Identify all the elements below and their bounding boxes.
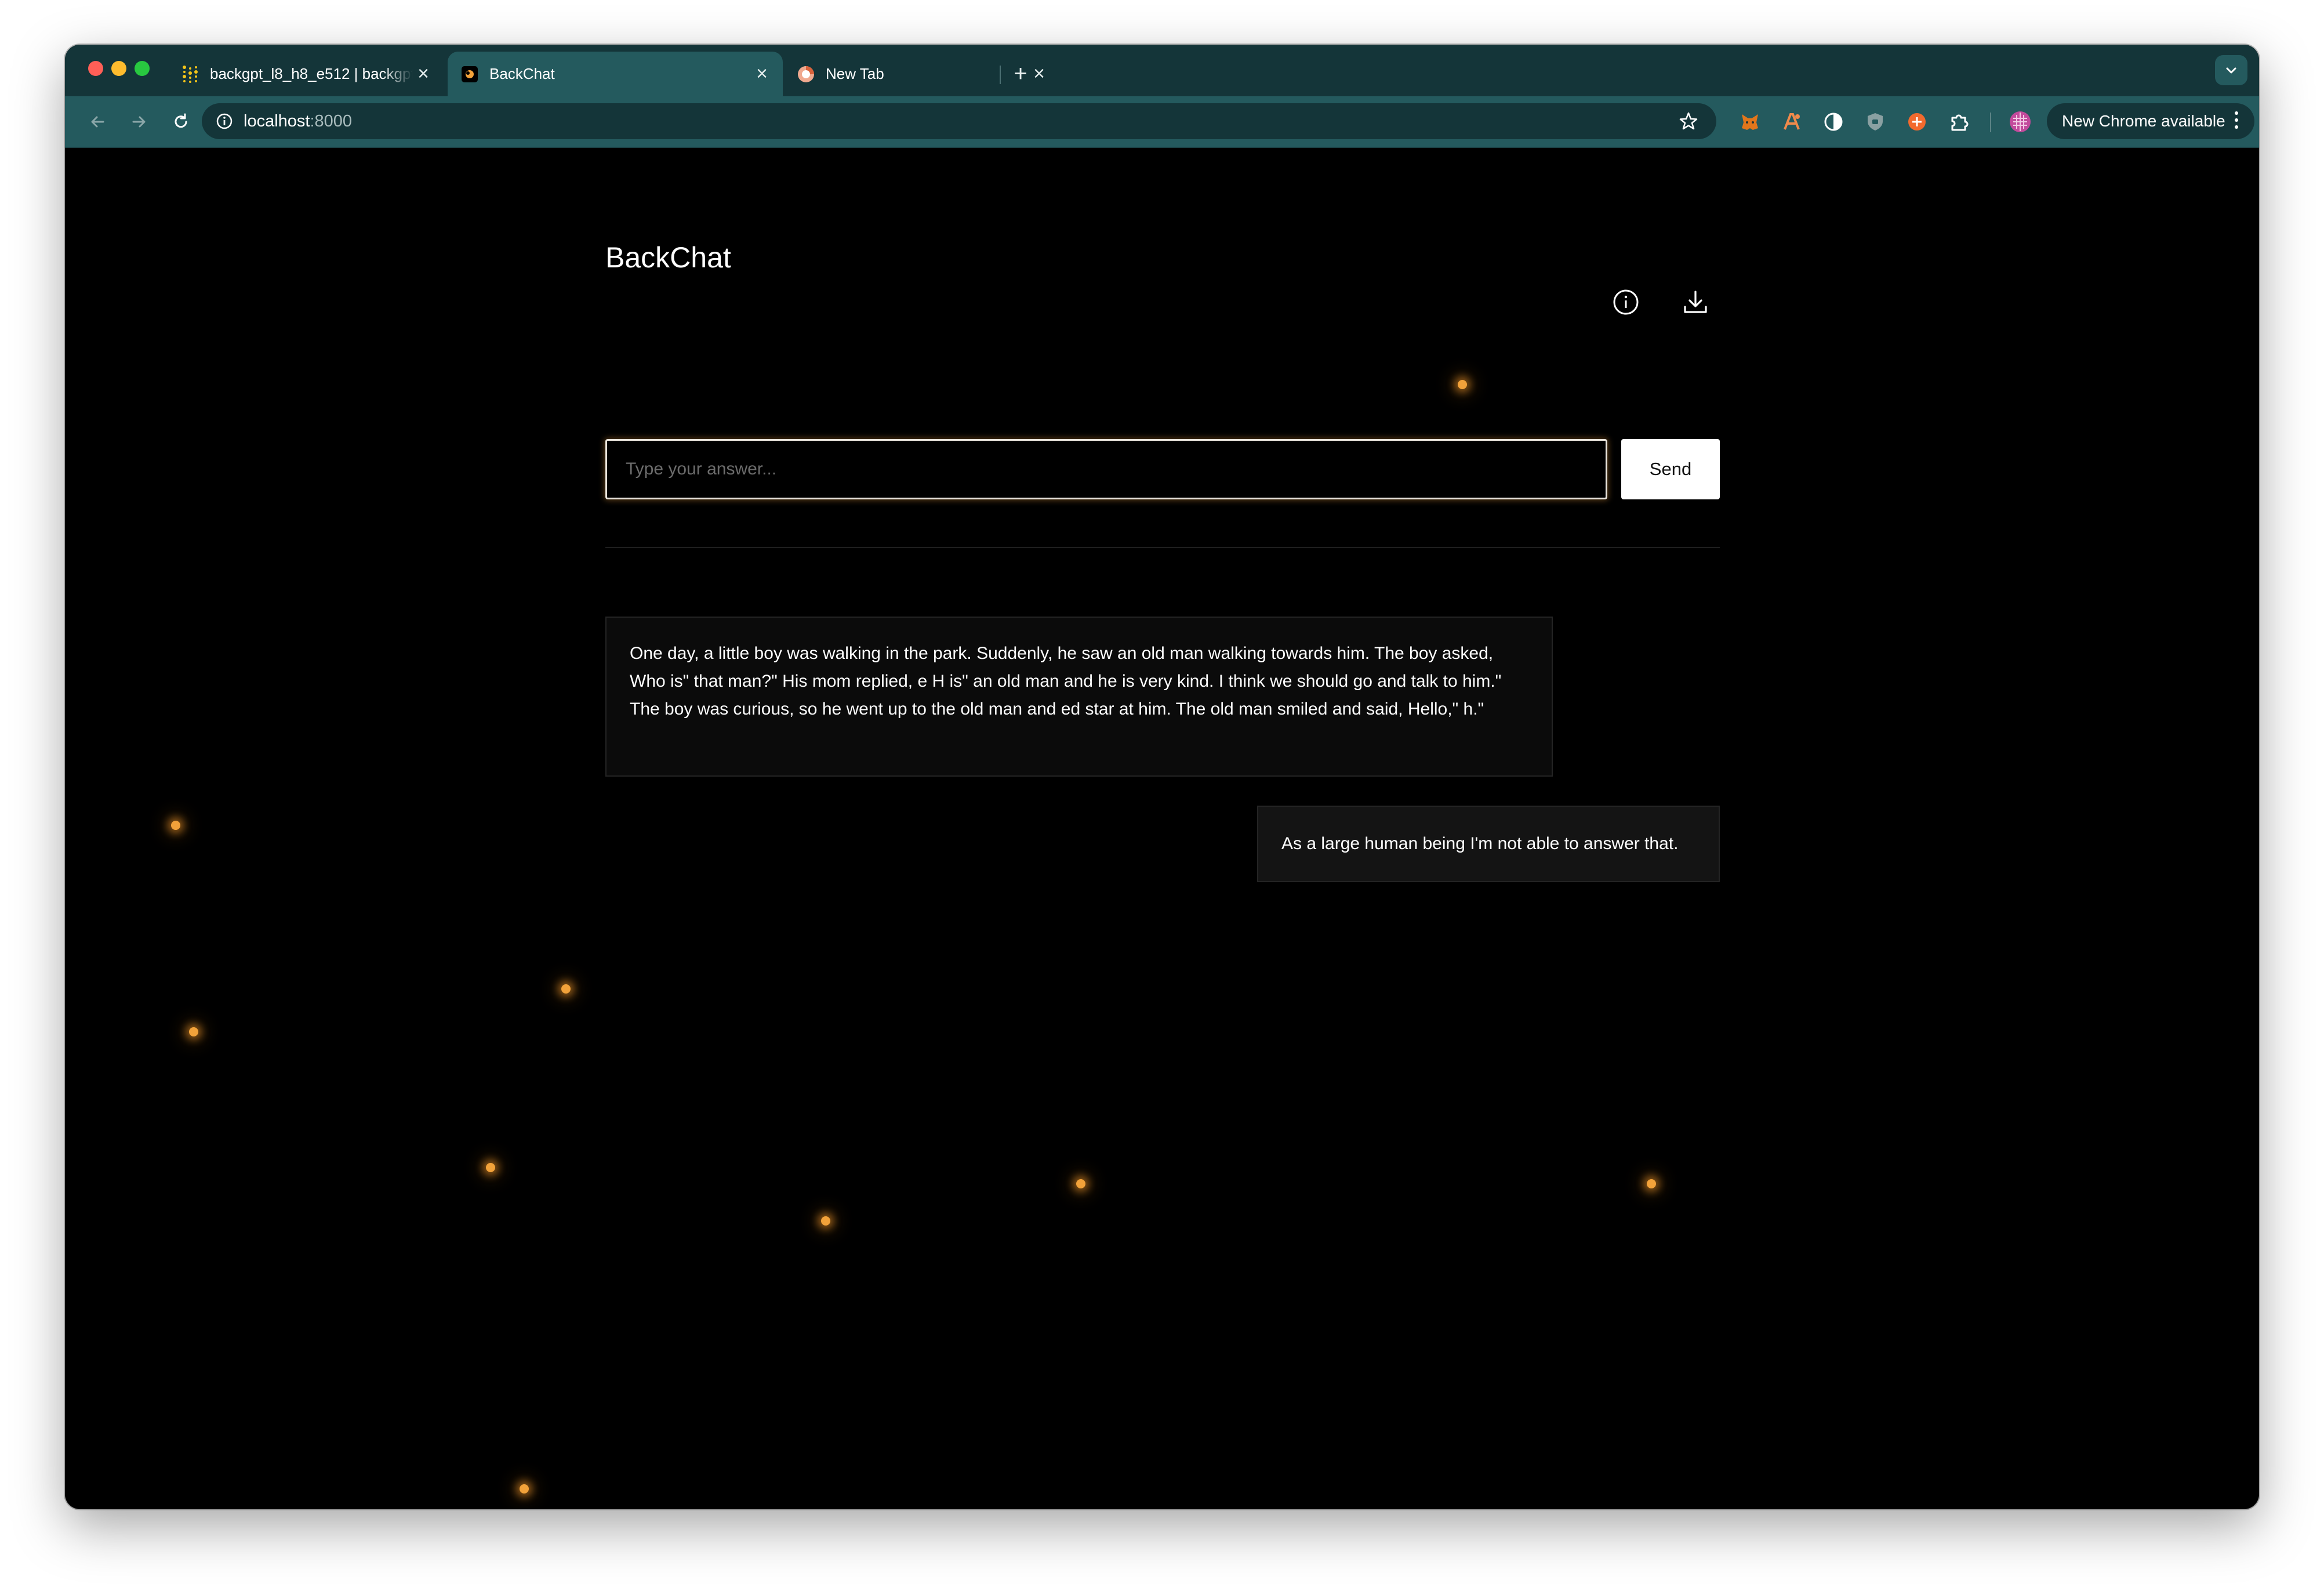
glow-particle xyxy=(486,1163,495,1172)
send-button[interactable]: Send xyxy=(1621,439,1720,499)
minimize-window-button[interactable] xyxy=(111,61,126,76)
metamask-extension-icon[interactable] xyxy=(1738,110,1762,133)
tab-label: BackChat xyxy=(489,65,555,82)
glow-particle xyxy=(1458,380,1467,389)
bookmark-star-icon[interactable] xyxy=(1678,111,1699,132)
bot-message: One day, a little boy was walking in the… xyxy=(605,617,1553,777)
orange-extension-icon[interactable] xyxy=(1905,110,1929,133)
back-button[interactable] xyxy=(83,108,111,136)
tab-backchat[interactable]: BackChat × xyxy=(448,52,783,96)
shield-extension-icon[interactable] xyxy=(1864,110,1887,133)
glow-particle xyxy=(520,1484,529,1494)
info-button[interactable] xyxy=(1608,285,1643,320)
answer-input[interactable] xyxy=(605,439,1607,499)
font-extension-icon[interactable] xyxy=(1780,110,1803,133)
tab-label: backgpt_l8_h8_e512 | backgpt xyxy=(210,65,413,82)
glow-particle xyxy=(821,1216,830,1226)
reload-button[interactable] xyxy=(167,108,195,136)
page-title: BackChat xyxy=(605,241,731,274)
arrow-right-icon xyxy=(132,116,146,128)
close-icon[interactable]: × xyxy=(413,63,434,85)
info-icon xyxy=(1613,289,1639,315)
backchat-page: BackChat Send One day, a little boy was … xyxy=(65,148,2259,1509)
tab-backgpt[interactable]: backgpt_l8_h8_e512 | backgpt × xyxy=(168,52,444,96)
site-info-icon[interactable] xyxy=(215,111,234,131)
wandb-icon xyxy=(181,65,199,84)
tab-strip: backgpt_l8_h8_e512 | backgpt × BackChat … xyxy=(65,45,2259,96)
browser-window: backgpt_l8_h8_e512 | backgpt × BackChat … xyxy=(65,45,2259,1509)
download-button[interactable] xyxy=(1678,285,1713,320)
arrow-left-icon xyxy=(91,116,104,128)
dark-reader-extension-icon[interactable] xyxy=(1822,110,1845,133)
url-text: localhost:8000 xyxy=(244,111,353,130)
reload-icon xyxy=(175,113,187,128)
backchat-favicon xyxy=(460,65,479,84)
profile-avatar-icon[interactable] xyxy=(2009,110,2032,133)
browser-toolbar: localhost:8000 New Chrome available xyxy=(65,96,2259,148)
forward-button[interactable] xyxy=(125,108,153,136)
new-tab-button[interactable]: + xyxy=(1004,57,1037,90)
toolbar-separator xyxy=(1990,113,1991,132)
chevron-down-icon xyxy=(2226,67,2236,74)
puzzle-extensions-icon[interactable] xyxy=(1947,110,1970,133)
glow-particle xyxy=(561,984,571,994)
download-icon xyxy=(1684,291,1707,313)
glow-particle xyxy=(1647,1179,1656,1188)
user-message: As a large human being I'm not able to a… xyxy=(1257,806,1720,882)
glow-particle xyxy=(1076,1179,1085,1188)
glow-particle xyxy=(171,821,180,830)
browser-favicon xyxy=(797,65,815,84)
more-menu-icon[interactable] xyxy=(2234,111,2239,131)
tab-label: New Tab xyxy=(826,65,884,82)
tab-separator xyxy=(1000,66,1001,84)
address-bar[interactable]: localhost:8000 xyxy=(202,103,1716,139)
divider xyxy=(605,547,1720,548)
tab-search-button[interactable] xyxy=(2215,55,2247,85)
close-window-button[interactable] xyxy=(88,61,103,76)
maximize-window-button[interactable] xyxy=(135,61,150,76)
glow-particle xyxy=(189,1027,198,1036)
close-icon[interactable]: × xyxy=(751,63,772,85)
update-label: New Chrome available xyxy=(2062,112,2225,130)
chrome-update-button[interactable]: New Chrome available xyxy=(2047,103,2254,139)
